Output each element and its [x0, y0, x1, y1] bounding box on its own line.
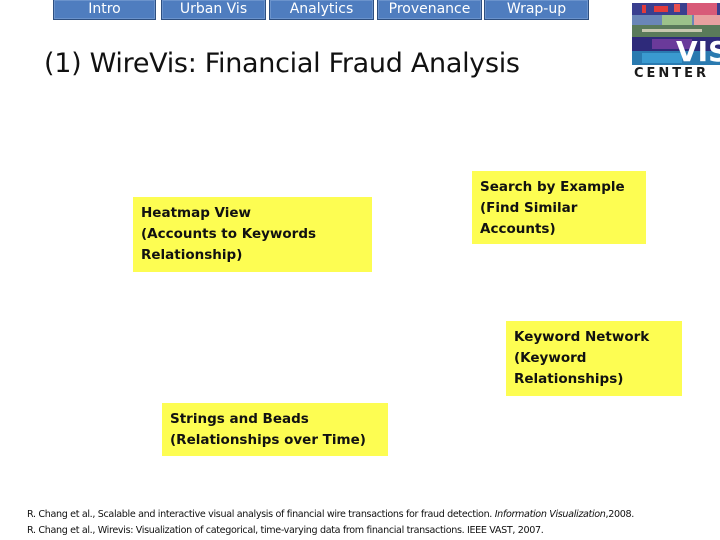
- references: R. Chang et al., Scalable and interactiv…: [27, 507, 634, 539]
- logo-center-text: CENTER: [634, 66, 709, 79]
- callout-line: Accounts): [480, 221, 556, 237]
- callout-line: (Keyword: [514, 350, 587, 366]
- reference-year: ,2008.: [605, 509, 635, 520]
- callout-line: Relationship): [141, 247, 243, 263]
- callout-search-by-example: Search by Example (Find Similar Accounts…: [472, 171, 646, 244]
- callout-line: Search by Example: [480, 179, 625, 195]
- callout-heatmap-view: Heatmap View (Accounts to Keywords Relat…: [133, 197, 372, 272]
- vis-center-logo-icon: VIS CENTER: [632, 3, 720, 81]
- reference-item: R. Chang et al., Wirevis: Visualization …: [27, 523, 634, 539]
- tab-intro[interactable]: Intro: [53, 0, 156, 20]
- callout-line: (Find Similar: [480, 200, 578, 216]
- callout-line: Keyword Network: [514, 329, 650, 345]
- tab-urban-vis[interactable]: Urban Vis: [161, 0, 266, 20]
- tab-provenance[interactable]: Provenance: [377, 0, 482, 20]
- callout-keyword-network: Keyword Network (Keyword Relationships): [506, 321, 682, 396]
- tab-wrap-up[interactable]: Wrap-up: [484, 0, 589, 20]
- reference-text: R. Chang et al., Wirevis: Visualization …: [27, 525, 544, 536]
- callout-line: Heatmap View: [141, 205, 252, 221]
- reference-item: R. Chang et al., Scalable and interactiv…: [27, 507, 634, 523]
- callout-line: Strings and Beads: [170, 411, 309, 427]
- slide-title: (1) WireVis: Financial Fraud Analysis: [44, 48, 520, 79]
- reference-text: R. Chang et al., Scalable and interactiv…: [27, 509, 495, 520]
- callout-line: (Accounts to Keywords: [141, 226, 317, 242]
- callout-line: Relationships): [514, 371, 624, 387]
- callout-strings-and-beads: Strings and Beads (Relationships over Ti…: [162, 403, 388, 456]
- reference-venue: Information Visualization: [494, 509, 606, 520]
- callout-line: (Relationships over Time): [170, 432, 366, 448]
- logo-vis-text: VIS: [676, 35, 720, 68]
- tab-analytics[interactable]: Analytics: [269, 0, 374, 20]
